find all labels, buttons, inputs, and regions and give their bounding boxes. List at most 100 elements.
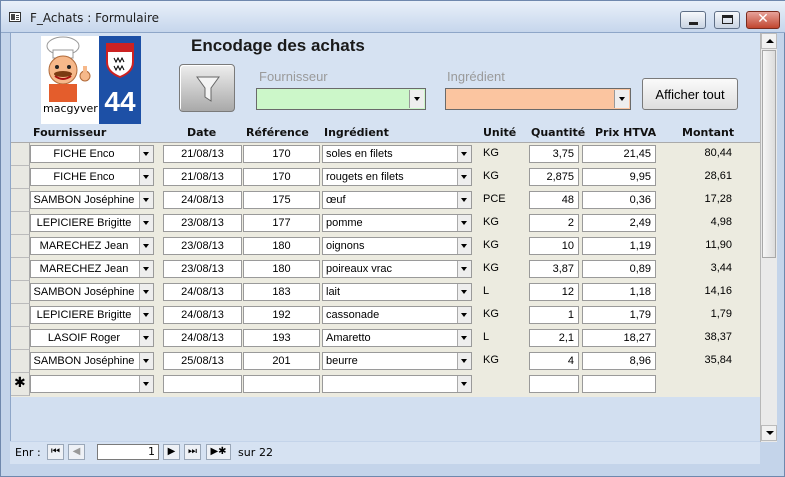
chevron-down-icon[interactable]: [457, 307, 471, 323]
fournisseur-field[interactable]: SAMBON Joséphine: [30, 191, 154, 209]
reference-field[interactable]: 170: [243, 168, 320, 186]
record-selector[interactable]: [11, 189, 30, 212]
show-all-button[interactable]: Afficher tout: [642, 78, 738, 110]
fournisseur-filter-combo[interactable]: [256, 88, 426, 110]
scroll-up-button[interactable]: [761, 33, 777, 49]
filter-button[interactable]: [179, 64, 235, 112]
reference-field[interactable]: 177: [243, 214, 320, 232]
fournisseur-field[interactable]: SAMBON Joséphine: [30, 352, 154, 370]
chevron-down-icon[interactable]: [457, 376, 471, 392]
record-selector[interactable]: [11, 327, 30, 350]
record-selector[interactable]: [11, 212, 30, 235]
reference-field[interactable]: 170: [243, 145, 320, 163]
previous-record-button[interactable]: ◀: [68, 444, 85, 460]
quantite-field[interactable]: 12: [529, 283, 579, 301]
ingredient-field[interactable]: beurre: [322, 352, 472, 370]
record-selector[interactable]: [11, 235, 30, 258]
fournisseur-field[interactable]: LEPICIERE Brigitte: [30, 306, 154, 324]
prix-field[interactable]: 1,18: [582, 283, 656, 301]
chevron-down-icon[interactable]: [457, 215, 471, 231]
chevron-down-icon[interactable]: [457, 146, 471, 162]
prix-field[interactable]: 9,95: [582, 168, 656, 186]
chevron-down-icon[interactable]: [139, 307, 153, 323]
next-record-button[interactable]: ▶: [163, 444, 180, 460]
chevron-down-icon[interactable]: [457, 330, 471, 346]
close-button[interactable]: ✕: [746, 11, 780, 29]
fournisseur-field[interactable]: FICHE Enco: [30, 145, 154, 163]
maximize-button[interactable]: [714, 11, 740, 29]
minimize-button[interactable]: [680, 11, 706, 29]
new-date-field[interactable]: [163, 375, 242, 393]
chevron-down-icon[interactable]: [457, 353, 471, 369]
reference-field[interactable]: 175: [243, 191, 320, 209]
ingredient-field[interactable]: lait: [322, 283, 472, 301]
chevron-down-icon[interactable]: [457, 169, 471, 185]
new-record-selector[interactable]: ✱: [11, 373, 30, 396]
prix-field[interactable]: 18,27: [582, 329, 656, 347]
new-ingredient-field[interactable]: [322, 375, 472, 393]
date-field[interactable]: 24/08/13: [163, 191, 242, 209]
reference-field[interactable]: 180: [243, 260, 320, 278]
prix-field[interactable]: 0,36: [582, 191, 656, 209]
chevron-down-icon[interactable]: [457, 284, 471, 300]
date-field[interactable]: 25/08/13: [163, 352, 242, 370]
date-field[interactable]: 21/08/13: [163, 168, 242, 186]
fournisseur-field[interactable]: SAMBON Joséphine: [30, 283, 154, 301]
quantite-field[interactable]: 1: [529, 306, 579, 324]
prix-field[interactable]: 1,79: [582, 306, 656, 324]
chevron-down-icon[interactable]: [409, 90, 424, 108]
chevron-down-icon[interactable]: [139, 192, 153, 208]
ingredient-field[interactable]: pomme: [322, 214, 472, 232]
ingredient-field[interactable]: oignons: [322, 237, 472, 255]
ingredient-field[interactable]: rougets en filets: [322, 168, 472, 186]
record-selector[interactable]: [11, 166, 30, 189]
date-field[interactable]: 23/08/13: [163, 260, 242, 278]
chevron-down-icon[interactable]: [139, 238, 153, 254]
prix-field[interactable]: 1,19: [582, 237, 656, 255]
quantite-field[interactable]: 2,1: [529, 329, 579, 347]
new-fournisseur-field[interactable]: [30, 375, 154, 393]
chevron-down-icon[interactable]: [139, 330, 153, 346]
chevron-down-icon[interactable]: [139, 261, 153, 277]
ingredient-field[interactable]: poireaux vrac: [322, 260, 472, 278]
record-selector[interactable]: [11, 143, 30, 166]
fournisseur-field[interactable]: LEPICIERE Brigitte: [30, 214, 154, 232]
ingredient-field[interactable]: œuf: [322, 191, 472, 209]
reference-field[interactable]: 183: [243, 283, 320, 301]
date-field[interactable]: 23/08/13: [163, 214, 242, 232]
fournisseur-field[interactable]: LASOIF Roger: [30, 329, 154, 347]
date-field[interactable]: 24/08/13: [163, 283, 242, 301]
new-quantite-field[interactable]: [529, 375, 579, 393]
date-field[interactable]: 24/08/13: [163, 329, 242, 347]
chevron-down-icon[interactable]: [139, 146, 153, 162]
chevron-down-icon[interactable]: [139, 284, 153, 300]
first-record-button[interactable]: ⏮: [47, 444, 64, 460]
chevron-down-icon[interactable]: [457, 238, 471, 254]
quantite-field[interactable]: 10: [529, 237, 579, 255]
ingredient-field[interactable]: Amaretto: [322, 329, 472, 347]
last-record-button[interactable]: ⏭: [184, 444, 201, 460]
chevron-down-icon[interactable]: [139, 215, 153, 231]
fournisseur-field[interactable]: FICHE Enco: [30, 168, 154, 186]
reference-field[interactable]: 201: [243, 352, 320, 370]
record-selector[interactable]: [11, 258, 30, 281]
quantite-field[interactable]: 3,75: [529, 145, 579, 163]
prix-field[interactable]: 8,96: [582, 352, 656, 370]
new-record-button[interactable]: ▶✱: [206, 444, 231, 460]
chevron-down-icon[interactable]: [139, 169, 153, 185]
quantite-field[interactable]: 48: [529, 191, 579, 209]
current-record-input[interactable]: 1: [97, 444, 159, 460]
ingredient-filter-combo[interactable]: [445, 88, 631, 110]
form-icon[interactable]: [9, 12, 21, 22]
prix-field[interactable]: 21,45: [582, 145, 656, 163]
reference-field[interactable]: 193: [243, 329, 320, 347]
ingredient-field[interactable]: cassonade: [322, 306, 472, 324]
title-bar[interactable]: F_Achats : Formulaire ✕: [1, 1, 785, 33]
new-prix-field[interactable]: [582, 375, 656, 393]
chevron-down-icon[interactable]: [614, 90, 629, 108]
record-selector[interactable]: [11, 304, 30, 327]
quantite-field[interactable]: 2: [529, 214, 579, 232]
fournisseur-field[interactable]: MARECHEZ Jean: [30, 237, 154, 255]
reference-field[interactable]: 192: [243, 306, 320, 324]
quantite-field[interactable]: 2,875: [529, 168, 579, 186]
